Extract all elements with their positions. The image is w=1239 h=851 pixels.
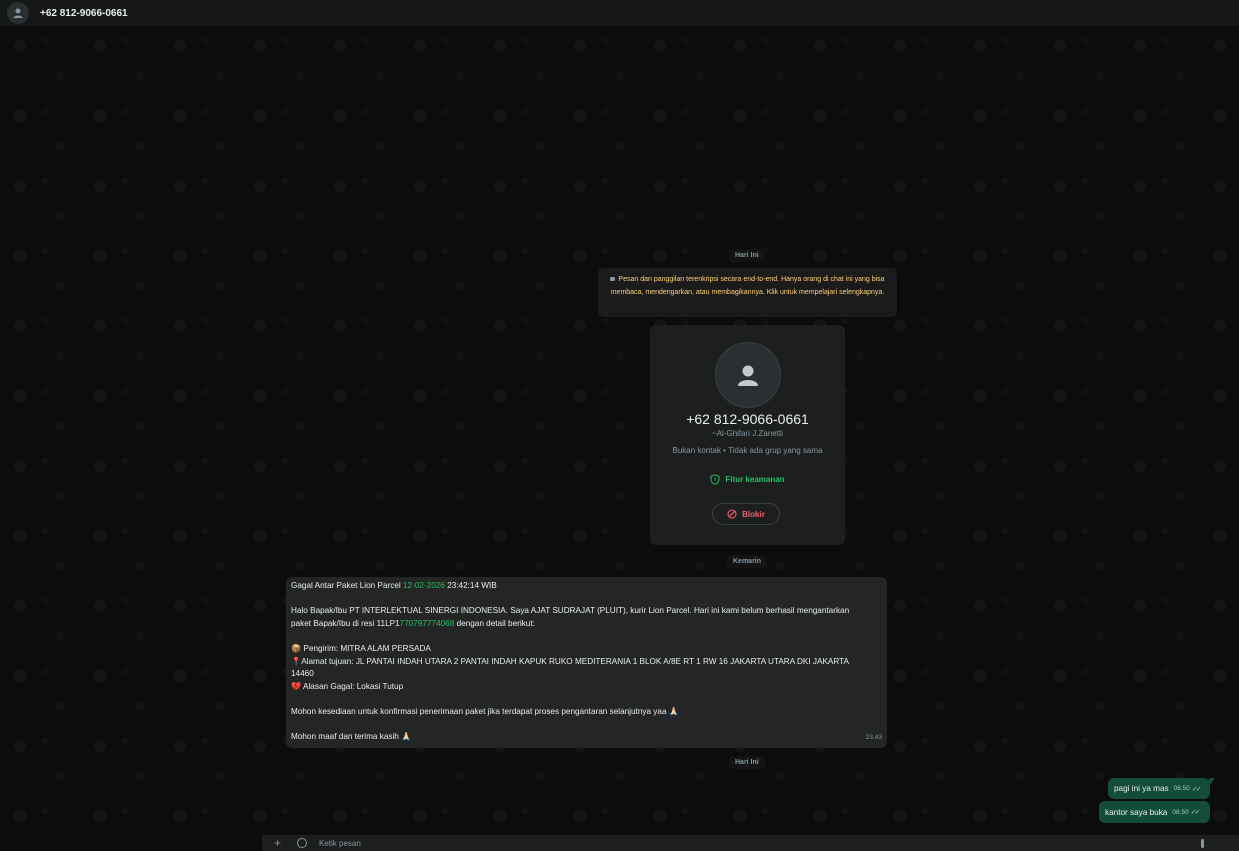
bubble-tail: [1209, 778, 1215, 786]
date-divider-today: Hari Ini: [729, 249, 765, 262]
emoji-icon[interactable]: [297, 838, 308, 848]
message-resi-line: paket Bapak/Ibu di resi 11LP177079777406…: [291, 618, 882, 631]
block-button[interactable]: Blokir: [712, 503, 780, 525]
person-icon: [13, 8, 23, 18]
date-divider-today-2: Hari Ini: [729, 756, 765, 769]
shield-icon: [710, 474, 720, 485]
profile-phone: +62 812-9066-0661: [686, 411, 809, 427]
encryption-notice-text: Pesan dan panggilan terenkripsi secara e…: [610, 276, 885, 296]
pin-icon: 📍: [291, 656, 302, 666]
message-title-suffix: 23:42:14 WIB: [444, 581, 497, 590]
reason-text: Alasan Gagal: Lokasi Tutup: [301, 681, 404, 691]
outgoing-message-time: 08.50: [1173, 785, 1190, 792]
message-confirm: Mohon kesediaan untuk konfirmasi penerim…: [291, 706, 679, 716]
attach-plus-icon[interactable]: +: [274, 836, 281, 850]
message-date-link[interactable]: 12-02-2026: [403, 581, 445, 590]
message-time: 23.43: [865, 734, 882, 742]
profile-name: ~Al-Ghifari J.Zanetti: [712, 429, 783, 438]
address-text: Alamat tujuan: JL PANTAI INDAH UTARA 2 P…: [301, 656, 850, 666]
resi-suffix: dengan detail berikut:: [454, 618, 535, 628]
message-title: Gagal Antar Paket Lion Parcel 12-02-2026…: [291, 580, 882, 593]
message-input[interactable]: [317, 835, 1182, 851]
microphone-icon[interactable]: [1201, 838, 1205, 848]
package-icon: 📦: [291, 643, 302, 653]
block-icon: [727, 509, 737, 519]
sender-text: Pengirim: MITRA ALAM PERSADA: [301, 643, 431, 653]
outgoing-message[interactable]: pagi ini ya mas 08.50 ✓✓: [1108, 778, 1215, 799]
incoming-message[interactable]: Gagal Antar Paket Lion Parcel 12-02-2026…: [286, 577, 887, 748]
resi-number-link[interactable]: 770797774068: [400, 619, 455, 628]
outgoing-message-text: pagi ini ya mas: [1114, 784, 1169, 793]
outgoing-message-time: 08.50: [1172, 808, 1189, 816]
message-sender: 📦 Pengirim: MITRA ALAM PERSADA: [291, 643, 882, 656]
broken-heart-icon: 💔: [291, 681, 302, 691]
security-features-link[interactable]: Fitur keamanan: [650, 474, 845, 485]
message-address-zip: 14460: [291, 669, 314, 679]
chat-title[interactable]: +62 812-9066-0661: [40, 8, 128, 19]
message-reason: 💔 Alasan Gagal: Lokasi Tutup: [291, 681, 882, 694]
security-features-label: Fitur keamanan: [725, 475, 785, 484]
encryption-notice[interactable]: Pesan dan panggilan terenkripsi secara e…: [598, 268, 897, 317]
resi-prefix: paket Bapak/Ibu di resi 11LP1: [291, 618, 400, 628]
outgoing-message[interactable]: kantor saya buka 08.50 ✓✓: [1099, 801, 1210, 823]
date-divider-yesterday: Kemarin: [727, 555, 768, 568]
block-label: Blokir: [742, 509, 765, 519]
profile-avatar[interactable]: [715, 342, 781, 408]
double-check-icon: ✓✓: [1190, 809, 1201, 816]
outgoing-message-text: kantor saya buka: [1105, 807, 1168, 817]
profile-subtitle: Bukan kontak • Tidak ada grup yang sama: [672, 446, 823, 455]
contact-avatar[interactable]: [7, 2, 29, 24]
double-check-icon: ✓✓: [1191, 785, 1202, 793]
message-address: 📍Alamat tujuan: JL PANTAI INDAH UTARA 2 …: [291, 656, 882, 669]
message-title-prefix: Gagal Antar Paket Lion Parcel: [291, 581, 403, 590]
chat-header[interactable]: +62 812-9066-0661: [0, 0, 1239, 26]
message-composer: +: [262, 835, 1239, 851]
person-icon: [738, 365, 758, 386]
message-closing: Mohon maaf dan terima kasih 🙏🏻: [291, 732, 412, 742]
message-greeting: Halo Bapak/Ibu PT INTERLEKTUAL SINERGI I…: [291, 606, 850, 616]
lock-icon: [610, 277, 616, 281]
contact-info-card: +62 812-9066-0661 ~Al-Ghifari J.Zanetti …: [650, 325, 845, 545]
